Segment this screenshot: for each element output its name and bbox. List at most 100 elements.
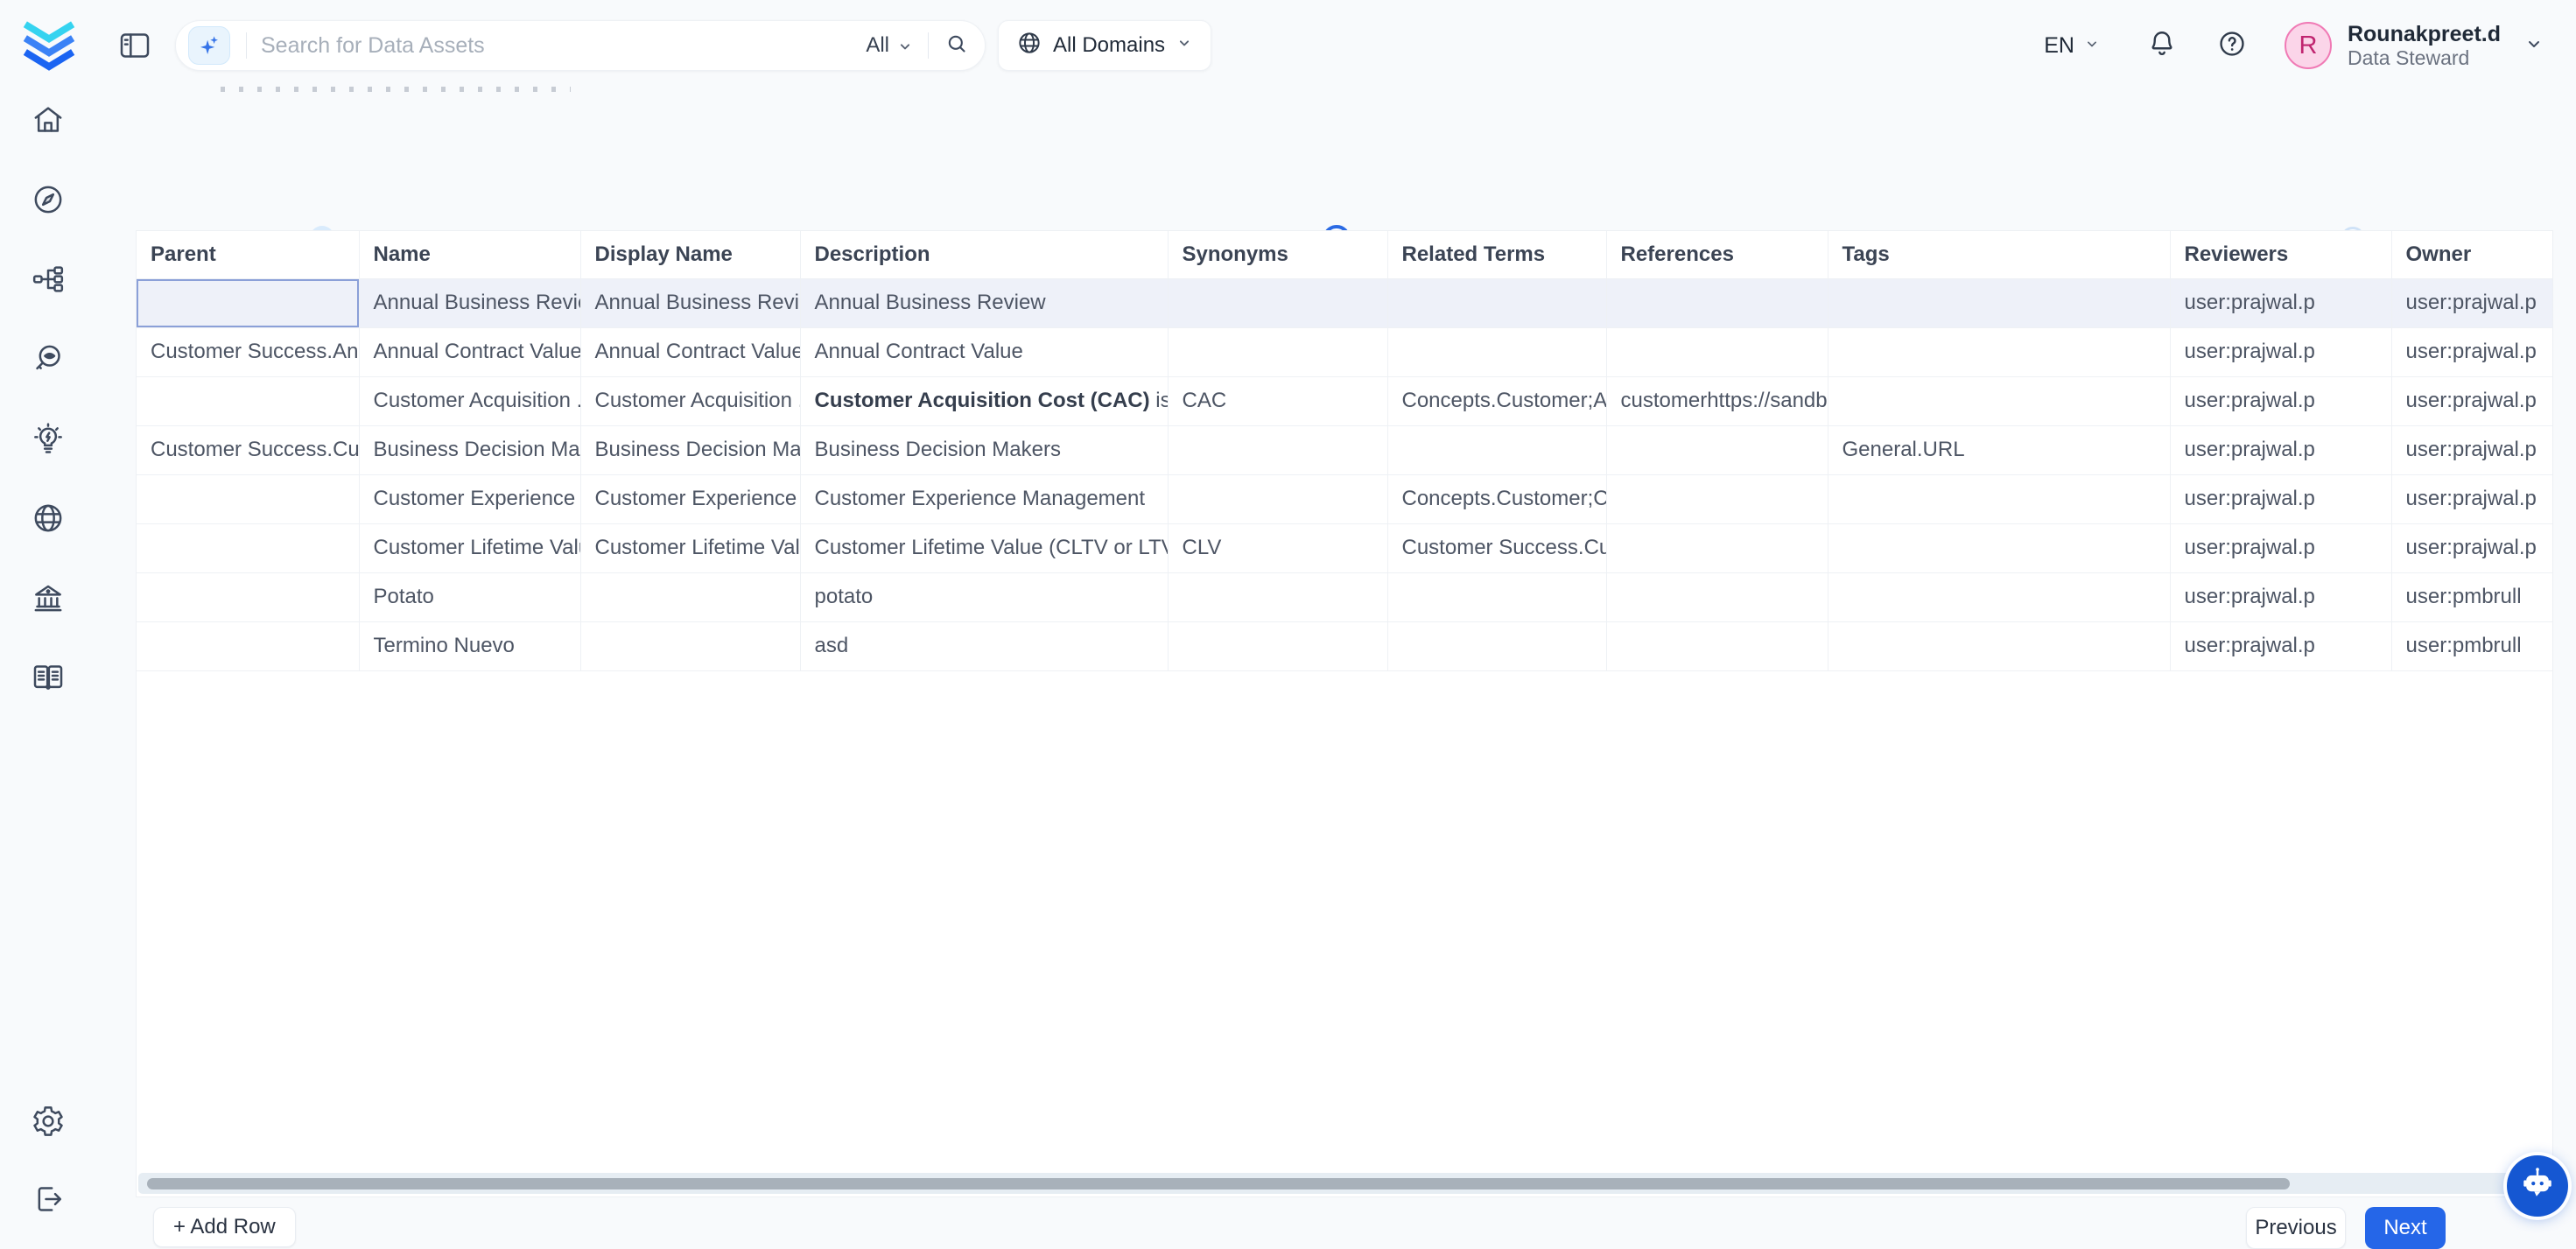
cell-reviewers-row-5[interactable]: user:prajwal.p xyxy=(2170,474,2391,523)
chevron-down-icon[interactable] xyxy=(2523,33,2544,59)
cell-references-row-3[interactable]: customerhttps://sandb... xyxy=(1606,376,1828,425)
cell-owner-row-2[interactable]: user:prajwal.p xyxy=(2391,327,2553,376)
cell-related-terms-row-6[interactable]: Customer Success.Cu... xyxy=(1387,523,1606,572)
cell-tags-row-8[interactable] xyxy=(1828,621,2170,670)
cell-parent-row-4[interactable]: Customer Success.Cu... xyxy=(137,425,359,474)
cell-references-row-4[interactable] xyxy=(1606,425,1828,474)
user-menu[interactable]: Rounakpreet.d Data Steward xyxy=(2348,22,2501,69)
cell-parent-row-1[interactable] xyxy=(137,278,359,327)
cell-display-name-row-5[interactable]: Customer Experience ... xyxy=(580,474,800,523)
notifications-button[interactable] xyxy=(2146,28,2178,64)
cell-related-terms-row-1[interactable] xyxy=(1387,278,1606,327)
previous-button[interactable]: Previous xyxy=(2246,1207,2346,1249)
cell-tags-row-6[interactable] xyxy=(1828,523,2170,572)
cell-parent-row-8[interactable] xyxy=(137,621,359,670)
cell-display-name-row-6[interactable]: Customer Lifetime Val... xyxy=(580,523,800,572)
cell-owner-row-8[interactable]: user:pmbrull xyxy=(2391,621,2553,670)
cell-display-name-row-1[interactable]: Annual Business Revie... xyxy=(580,278,800,327)
cell-description-row-6[interactable]: Customer Lifetime Value (CLTV or LTV) i.… xyxy=(800,523,1168,572)
ai-sparkle-icon[interactable] xyxy=(188,26,230,65)
cell-owner-row-5[interactable]: user:prajwal.p xyxy=(2391,474,2553,523)
cell-references-row-7[interactable] xyxy=(1606,572,1828,621)
horizontal-scrollbar-thumb[interactable] xyxy=(147,1178,2290,1189)
cell-display-name-row-4[interactable]: Business Decision Ma... xyxy=(580,425,800,474)
cell-name-row-5[interactable]: Customer Experience ... xyxy=(359,474,580,523)
sidebar-item-glossary[interactable] xyxy=(30,661,67,698)
language-selector[interactable]: EN xyxy=(2044,33,2101,59)
cell-description-row-2[interactable]: Annual Contract Value xyxy=(800,327,1168,376)
cell-related-terms-row-2[interactable] xyxy=(1387,327,1606,376)
sidebar-item-governance[interactable] xyxy=(30,581,67,618)
cell-reviewers-row-6[interactable]: user:prajwal.p xyxy=(2170,523,2391,572)
cell-display-name-row-3[interactable]: Customer Acquisition ... xyxy=(580,376,800,425)
cell-display-name-row-2[interactable]: Annual Contract Value ... xyxy=(580,327,800,376)
cell-description-row-7[interactable]: potato xyxy=(800,572,1168,621)
collate-logo-icon[interactable] xyxy=(21,12,77,77)
search-submit-button[interactable] xyxy=(928,32,969,59)
cell-related-terms-row-8[interactable] xyxy=(1387,621,1606,670)
cell-reviewers-row-8[interactable]: user:prajwal.p xyxy=(2170,621,2391,670)
cell-synonyms-row-1[interactable] xyxy=(1168,278,1387,327)
cell-synonyms-row-7[interactable] xyxy=(1168,572,1387,621)
cell-description-row-5[interactable]: Customer Experience Management xyxy=(800,474,1168,523)
cell-synonyms-row-2[interactable] xyxy=(1168,327,1387,376)
cell-owner-row-3[interactable]: user:prajwal.p xyxy=(2391,376,2553,425)
cell-parent-row-3[interactable] xyxy=(137,376,359,425)
cell-name-row-7[interactable]: Potato xyxy=(359,572,580,621)
cell-name-row-1[interactable]: Annual Business Review xyxy=(359,278,580,327)
cell-owner-row-6[interactable]: user:prajwal.p xyxy=(2391,523,2553,572)
cell-synonyms-row-4[interactable] xyxy=(1168,425,1387,474)
cell-reviewers-row-2[interactable]: user:prajwal.p xyxy=(2170,327,2391,376)
help-button[interactable] xyxy=(2216,28,2248,64)
sidebar-item-domains[interactable] xyxy=(30,502,67,538)
cell-tags-row-7[interactable] xyxy=(1828,572,2170,621)
domains-filter-button[interactable]: All Domains xyxy=(998,20,1211,71)
cell-description-row-3[interactable]: Customer Acquisition Cost (CAC) is a ... xyxy=(800,376,1168,425)
sidebar-toggle-button[interactable] xyxy=(116,28,155,63)
cell-display-name-row-8[interactable] xyxy=(580,621,800,670)
cell-tags-row-2[interactable] xyxy=(1828,327,2170,376)
user-avatar[interactable]: R xyxy=(2285,22,2332,69)
cell-synonyms-row-5[interactable] xyxy=(1168,474,1387,523)
cell-name-row-6[interactable]: Customer Lifetime Value xyxy=(359,523,580,572)
search-input[interactable] xyxy=(247,33,866,59)
cell-display-name-row-7[interactable] xyxy=(580,572,800,621)
cell-parent-row-7[interactable] xyxy=(137,572,359,621)
sidebar-item-observability[interactable] xyxy=(30,342,67,379)
cell-synonyms-row-6[interactable]: CLV xyxy=(1168,523,1387,572)
sidebar-item-home[interactable] xyxy=(30,103,67,140)
sidebar-item-explore[interactable] xyxy=(30,183,67,220)
cell-description-row-8[interactable]: asd xyxy=(800,621,1168,670)
cell-tags-row-5[interactable] xyxy=(1828,474,2170,523)
sidebar-item-logout[interactable] xyxy=(30,1182,67,1219)
cell-synonyms-row-3[interactable]: CAC xyxy=(1168,376,1387,425)
search-scope-dropdown[interactable]: All xyxy=(866,33,914,58)
cell-references-row-8[interactable] xyxy=(1606,621,1828,670)
sidebar-item-data-flow[interactable] xyxy=(30,263,67,299)
cell-reviewers-row-1[interactable]: user:prajwal.p xyxy=(2170,278,2391,327)
cell-reviewers-row-4[interactable]: user:prajwal.p xyxy=(2170,425,2391,474)
cell-name-row-8[interactable]: Termino Nuevo xyxy=(359,621,580,670)
chatbot-button[interactable] xyxy=(2507,1155,2568,1217)
cell-tags-row-3[interactable] xyxy=(1828,376,2170,425)
sidebar-item-settings[interactable] xyxy=(30,1105,67,1141)
cell-references-row-2[interactable] xyxy=(1606,327,1828,376)
cell-reviewers-row-3[interactable]: user:prajwal.p xyxy=(2170,376,2391,425)
cell-parent-row-6[interactable] xyxy=(137,523,359,572)
cell-owner-row-7[interactable]: user:pmbrull xyxy=(2391,572,2553,621)
cell-owner-row-4[interactable]: user:prajwal.p xyxy=(2391,425,2553,474)
cell-tags-row-4[interactable]: General.URL xyxy=(1828,425,2170,474)
cell-related-terms-row-3[interactable]: Concepts.Customer;A... xyxy=(1387,376,1606,425)
cell-name-row-3[interactable]: Customer Acquisition ... xyxy=(359,376,580,425)
cell-description-row-1[interactable]: Annual Business Review xyxy=(800,278,1168,327)
cell-synonyms-row-8[interactable] xyxy=(1168,621,1387,670)
cell-related-terms-row-4[interactable] xyxy=(1387,425,1606,474)
cell-parent-row-5[interactable] xyxy=(137,474,359,523)
next-button[interactable]: Next xyxy=(2365,1207,2446,1249)
cell-reviewers-row-7[interactable]: user:prajwal.p xyxy=(2170,572,2391,621)
cell-references-row-5[interactable] xyxy=(1606,474,1828,523)
cell-description-row-4[interactable]: Business Decision Makers xyxy=(800,425,1168,474)
cell-tags-row-1[interactable] xyxy=(1828,278,2170,327)
cell-name-row-4[interactable]: Business Decision Ma... xyxy=(359,425,580,474)
cell-parent-row-2[interactable]: Customer Success.An... xyxy=(137,327,359,376)
